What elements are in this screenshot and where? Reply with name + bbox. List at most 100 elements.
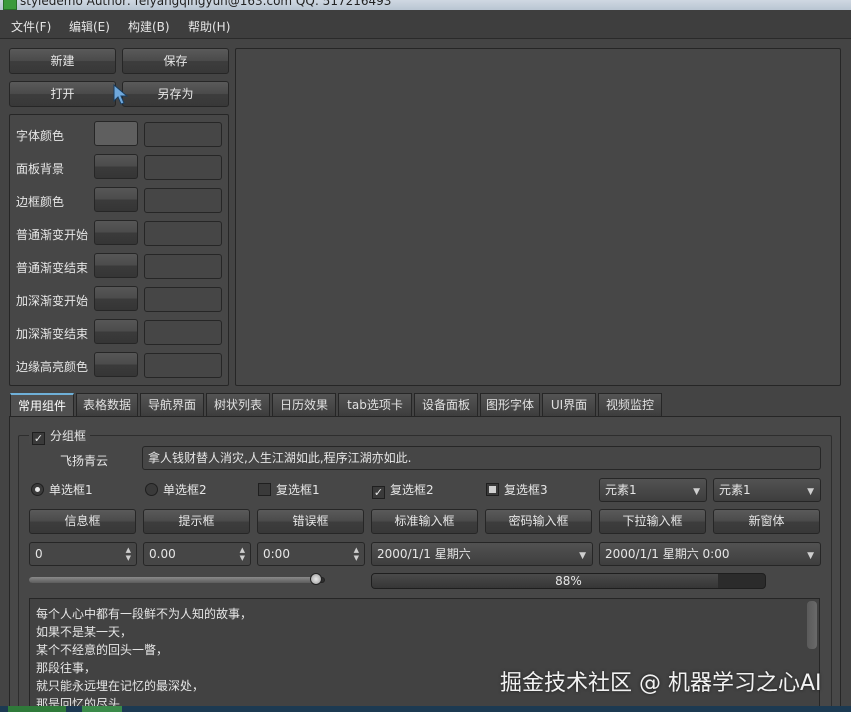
taskbar-app-button[interactable] (82, 706, 122, 712)
color-row-label: 普通渐变开始 (16, 228, 89, 242)
tab-video-monitor[interactable]: 视频监控 (598, 393, 662, 417)
new-window-button[interactable]: 新窗体 (713, 509, 820, 534)
error-box-button[interactable]: 错误框 (257, 509, 364, 534)
normal-gradient-end-swatch[interactable] (94, 253, 138, 278)
group-box-title: 分组框 (50, 429, 87, 443)
menu-help[interactable]: 帮助(H) (188, 18, 230, 35)
normal-gradient-end-field[interactable] (144, 254, 222, 279)
checkbox-1[interactable]: 复选框1 (258, 480, 320, 500)
new-button[interactable]: 新建 (9, 48, 116, 74)
text-line: 每个人心中都有一段鲜不为人知的故事， (36, 607, 253, 621)
slider-fill (29, 577, 316, 583)
datetime-edit-value: 2000/1/1 星期六 0:00 (605, 547, 730, 561)
radio-checked-icon (31, 483, 44, 496)
color-row-label: 普通渐变结束 (16, 261, 89, 275)
watermark: 掘金技术社区 @ 机器学习之心AI (500, 671, 822, 696)
color-row-label: 加深渐变开始 (16, 294, 89, 308)
prompt-box-button[interactable]: 提示框 (143, 509, 250, 534)
dark-gradient-end-field[interactable] (144, 320, 222, 345)
panel-bg-swatch[interactable] (94, 154, 138, 179)
date-edit-value: 2000/1/1 星期六 (377, 547, 471, 561)
tab-navigation[interactable]: 导航界面 (140, 393, 204, 417)
menu-edit[interactable]: 编辑(E) (69, 18, 110, 35)
menu-build[interactable]: 构建(B) (128, 18, 170, 35)
tab-table-data[interactable]: 表格数据 (76, 393, 138, 417)
color-row-label: 字体颜色 (16, 129, 65, 143)
slider-handle[interactable] (310, 573, 322, 585)
radio-option-1[interactable]: 单选框1 (31, 480, 93, 500)
int-spin-box[interactable]: 0 ▲ ▼ (29, 542, 137, 566)
checkbox-3[interactable]: 复选框3 (486, 480, 548, 500)
font-color-swatch[interactable] (94, 121, 138, 146)
datetime-edit[interactable]: 2000/1/1 星期六 0:00 ▼ (599, 542, 821, 566)
combo-box-1[interactable]: 元素1 ▼ (599, 478, 707, 502)
double-spin-value: 0.00 (149, 547, 176, 561)
panel-bg-field[interactable] (144, 155, 222, 180)
menu-file[interactable]: 文件(F) (11, 18, 51, 35)
taskbar (0, 706, 851, 712)
dropdown-arrow-icon: ▼ (807, 487, 814, 497)
dark-gradient-start-field[interactable] (144, 287, 222, 312)
group-box-checkbox[interactable]: ✓ (32, 432, 45, 445)
tab-tab-widget[interactable]: tab选项卡 (338, 393, 412, 417)
text-line: 那段往事， (36, 661, 97, 675)
standard-input-button[interactable]: 标准输入框 (371, 509, 478, 534)
mouse-cursor-icon (113, 84, 129, 105)
border-color-field[interactable] (144, 188, 222, 213)
save-as-button[interactable]: 另存为 (122, 81, 229, 107)
dark-gradient-start-swatch[interactable] (94, 286, 138, 311)
dark-gradient-end-swatch[interactable] (94, 319, 138, 344)
preview-area (235, 48, 841, 386)
spin-up-icon[interactable]: ▲ (354, 546, 359, 554)
tab-common-widgets[interactable]: 常用组件 (10, 393, 74, 417)
window-title-bar: styledemo Author: feiyangqingyun@163.com… (0, 0, 851, 10)
tab-icon-font[interactable]: 图形字体 (480, 393, 540, 417)
color-row-label: 边框颜色 (16, 195, 65, 209)
normal-gradient-start-field[interactable] (144, 221, 222, 246)
radio-unchecked-icon (145, 483, 158, 496)
time-edit[interactable]: 0:00 ▲ ▼ (257, 542, 365, 566)
spin-down-icon[interactable]: ▼ (126, 554, 131, 562)
group-box-header[interactable]: ✓ 分组框 (29, 428, 91, 445)
radio-label-1: 单选框1 (49, 483, 93, 497)
date-edit[interactable]: 2000/1/1 星期六 ▼ (371, 542, 593, 566)
spin-up-icon[interactable]: ▲ (240, 546, 245, 554)
radio-option-2[interactable]: 单选框2 (145, 480, 207, 500)
edge-highlight-field[interactable] (144, 353, 222, 378)
normal-gradient-start-swatch[interactable] (94, 220, 138, 245)
vertical-scrollbar-handle[interactable] (807, 601, 817, 649)
text-line: 某个不经意的回头一瞥， (36, 643, 169, 657)
info-box-button[interactable]: 信息框 (29, 509, 136, 534)
edge-highlight-swatch[interactable] (94, 352, 138, 377)
window-title: styledemo Author: feiyangqingyun@163.com… (20, 0, 392, 8)
tab-device-panel[interactable]: 设备面板 (414, 393, 478, 417)
password-input-button[interactable]: 密码输入框 (485, 509, 592, 534)
checkbox-2[interactable]: ✓ 复选框2 (372, 480, 434, 500)
save-button[interactable]: 保存 (122, 48, 229, 74)
taskbar-app-button[interactable] (8, 706, 66, 712)
open-button[interactable]: 打开 (9, 81, 116, 107)
spin-up-icon[interactable]: ▲ (126, 546, 131, 554)
double-spin-box[interactable]: 0.00 ▲ ▼ (143, 542, 251, 566)
name-label: 飞扬青云 (60, 454, 109, 468)
horizontal-slider[interactable] (29, 573, 325, 585)
color-row-label: 边缘高亮颜色 (16, 360, 89, 374)
checkbox-checked-icon: ✓ (372, 486, 385, 499)
time-edit-value: 0:00 (263, 547, 290, 561)
text-line-edit[interactable]: 拿人钱财替人消灾,人生江湖如此,程序江湖亦如此. (142, 446, 821, 470)
border-color-swatch[interactable] (94, 187, 138, 212)
spin-down-icon[interactable]: ▼ (354, 554, 359, 562)
tab-calendar[interactable]: 日历效果 (272, 393, 336, 417)
font-color-field[interactable] (144, 122, 222, 147)
dropdown-input-button[interactable]: 下拉输入框 (599, 509, 706, 534)
combo-value-1: 元素1 (605, 483, 637, 497)
progress-bar: 88% (371, 573, 766, 589)
tab-tree-list[interactable]: 树状列表 (206, 393, 270, 417)
spin-down-icon[interactable]: ▼ (240, 554, 245, 562)
radio-label-2: 单选框2 (163, 483, 207, 497)
tab-ui[interactable]: UI界面 (542, 393, 596, 417)
combo-box-2[interactable]: 元素1 ▼ (713, 478, 821, 502)
dropdown-arrow-icon: ▼ (693, 487, 700, 497)
menu-bar: 文件(F) 编辑(E) 构建(B) 帮助(H) (0, 10, 851, 39)
color-row-label: 面板背景 (16, 162, 65, 176)
